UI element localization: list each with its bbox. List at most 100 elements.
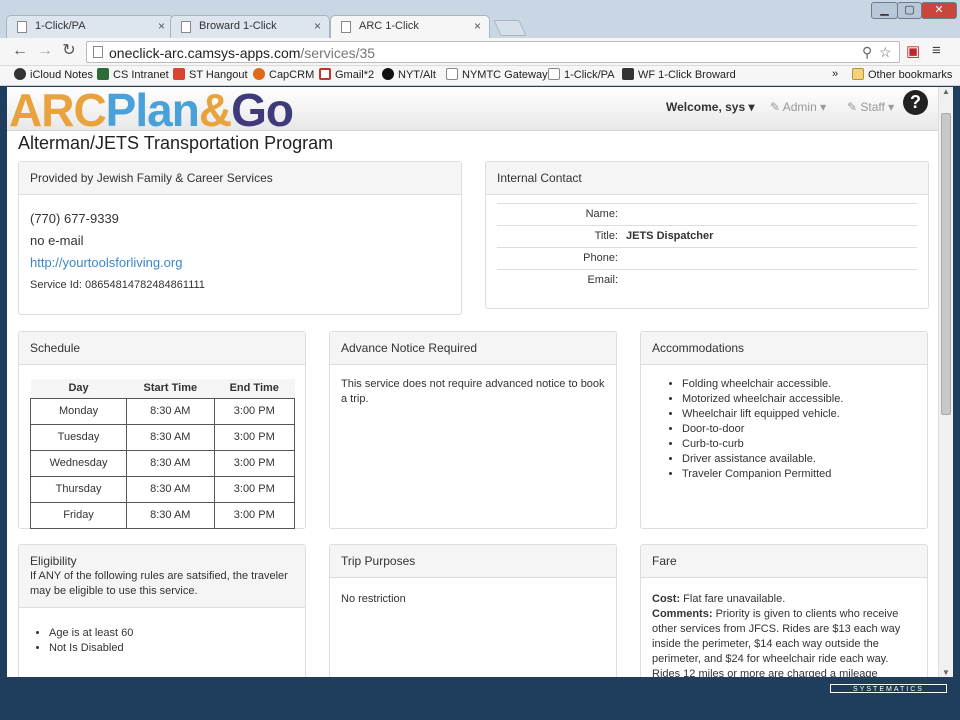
scroll-down-icon[interactable]: ▼ bbox=[942, 668, 950, 677]
logo-amp: & bbox=[198, 87, 232, 136]
accommodations-list: Folding wheelchair accessible. Motorized… bbox=[652, 377, 916, 482]
start-cell: 8:30 AM bbox=[126, 502, 215, 529]
menu-icon[interactable]: ≡ bbox=[932, 42, 941, 59]
close-icon[interactable]: × bbox=[474, 19, 481, 33]
reload-button[interactable]: ↻ bbox=[60, 42, 78, 60]
page-icon bbox=[446, 68, 458, 80]
eligibility-list: Age is at least 60 Not Is Disabled bbox=[30, 626, 294, 656]
minimize-button[interactable]: ▁ bbox=[871, 2, 898, 19]
contact-row-phone: Phone: bbox=[497, 247, 917, 270]
day-cell: Monday bbox=[29, 398, 128, 425]
bookmark-wf-1-click-broward[interactable]: WF 1-Click Broward bbox=[622, 68, 736, 81]
contact-value bbox=[622, 247, 917, 270]
schedule-table: Day Start Time End Time Monday 8:30 AM 3:0… bbox=[29, 379, 296, 529]
list-item: Curb-to-curb bbox=[682, 437, 916, 452]
tab-title: Broward 1-Click bbox=[199, 20, 277, 32]
scroll-up-icon[interactable]: ▲ bbox=[942, 87, 950, 96]
eligibility-panel: Eligibility If ANY of the following rule… bbox=[18, 544, 306, 677]
column-header: End Time bbox=[214, 379, 295, 399]
bookmark-other-bookmarks[interactable]: Other bookmarks bbox=[852, 68, 952, 81]
page-scrollbar[interactable]: ▲ ▼ bbox=[938, 87, 953, 677]
advance-notice-text: This service does not require advanced n… bbox=[341, 378, 605, 405]
arc-plan-go-logo[interactable]: ARCPlan&Go bbox=[9, 87, 294, 136]
end-cell: 3:00 PM bbox=[213, 476, 296, 503]
back-button[interactable]: ← bbox=[11, 42, 29, 60]
list-item: Door-to-door bbox=[682, 422, 916, 437]
close-window-button[interactable]: ✕ bbox=[921, 2, 957, 19]
bookmark-st-hangout[interactable]: ST Hangout bbox=[173, 68, 248, 81]
bookmark-label: ST Hangout bbox=[189, 69, 248, 81]
close-icon[interactable]: × bbox=[314, 19, 321, 33]
table-row: Thursday 8:30 AM 3:00 PM bbox=[29, 476, 296, 503]
browser-toolbar: ← → ↻ oneclick-arc.camsys-apps.com/servi… bbox=[0, 38, 960, 66]
bookmark-label: CS Intranet bbox=[113, 69, 169, 81]
extension-icon[interactable]: ▣ bbox=[906, 42, 920, 60]
forward-button[interactable]: → bbox=[36, 42, 54, 60]
tab-title: ARC 1-Click bbox=[359, 20, 419, 32]
contact-label: Email: bbox=[497, 269, 622, 292]
bookmark-gmail[interactable]: Gmail*2 bbox=[319, 68, 374, 81]
star-icon[interactable]: ☆ bbox=[879, 44, 892, 61]
welcome-user-menu[interactable]: Welcome, sys ▾ bbox=[666, 100, 755, 114]
provider-website-link[interactable]: http://yourtoolsforliving.org bbox=[30, 255, 450, 270]
panel-heading: Eligibility bbox=[30, 554, 77, 568]
scrollbar-thumb[interactable] bbox=[941, 113, 951, 415]
nyt-icon bbox=[382, 68, 394, 80]
bookmark-label: NYMTC Gateway bbox=[462, 69, 548, 81]
contact-label: Title: bbox=[497, 225, 622, 248]
contact-label: Phone: bbox=[497, 247, 622, 270]
column-header: Start Time bbox=[126, 379, 215, 399]
url-host: oneclick-arc.camsys-apps.com bbox=[109, 45, 301, 61]
list-item: Wheelchair lift equipped vehicle. bbox=[682, 407, 916, 422]
page-icon bbox=[93, 46, 103, 58]
page-viewport: ARCPlan&Go Welcome, sys ▾ ✎ Admin ▾ ✎ St… bbox=[7, 87, 938, 677]
contact-row-email: Email: bbox=[497, 269, 917, 292]
day-cell: Tuesday bbox=[29, 424, 128, 451]
schedule-panel: Schedule Day Start Time End Time Monday 8… bbox=[18, 331, 306, 529]
start-cell: 8:30 AM bbox=[126, 476, 215, 503]
table-row: Tuesday 8:30 AM 3:00 PM bbox=[29, 424, 296, 451]
list-item: Not Is Disabled bbox=[49, 641, 294, 656]
panel-heading: Schedule bbox=[19, 332, 305, 365]
tab-arc-1-click[interactable]: ARC 1-Click × bbox=[330, 15, 490, 39]
list-item: Driver assistance available. bbox=[682, 452, 916, 467]
accommodations-panel: Accommodations Folding wheelchair access… bbox=[640, 331, 928, 529]
end-cell: 3:00 PM bbox=[213, 502, 296, 529]
new-tab-button[interactable] bbox=[493, 20, 527, 36]
intranet-icon bbox=[97, 68, 109, 80]
bookmark-capcrm[interactable]: CapCRM bbox=[253, 68, 314, 81]
close-icon[interactable]: × bbox=[158, 19, 165, 33]
panel-heading: Advance Notice Required bbox=[330, 332, 616, 365]
staff-menu[interactable]: ✎ Staff ▾ bbox=[847, 100, 894, 114]
bookmarks-overflow-button[interactable]: » bbox=[832, 68, 838, 80]
trip-purposes-text: No restriction bbox=[341, 593, 406, 605]
fare-cost-value: Flat fare unavailable. bbox=[683, 593, 786, 605]
maximize-button[interactable]: ▢ bbox=[897, 2, 922, 19]
address-bar[interactable]: oneclick-arc.camsys-apps.com/services/35… bbox=[86, 41, 900, 63]
trip-purposes-panel: Trip Purposes No restriction bbox=[329, 544, 617, 677]
contact-value bbox=[622, 203, 917, 226]
contact-table: Name: Title: JETS Dispatcher Phone: Email… bbox=[497, 203, 917, 292]
start-cell: 8:30 AM bbox=[126, 398, 215, 425]
end-cell: 3:00 PM bbox=[213, 450, 296, 477]
page-icon bbox=[17, 21, 27, 33]
tab-1-click-pa[interactable]: 1-Click/PA × bbox=[6, 15, 174, 38]
bookmark-label: Other bookmarks bbox=[868, 69, 953, 81]
help-button[interactable]: ? bbox=[903, 90, 928, 115]
panel-heading: Trip Purposes bbox=[330, 545, 616, 578]
admin-menu[interactable]: ✎ Admin ▾ bbox=[770, 100, 826, 114]
bookmark-1-click-pa[interactable]: 1-Click/PA bbox=[548, 68, 615, 81]
column-header: Day bbox=[30, 379, 127, 399]
search-icon[interactable]: ⚲ bbox=[862, 44, 872, 61]
systematics-logo: SYSTEMATICS bbox=[830, 684, 947, 693]
bookmarks-bar: iCloud Notes CS Intranet ST Hangout CapC… bbox=[0, 66, 960, 86]
tab-broward-1-click[interactable]: Broward 1-Click × bbox=[170, 15, 330, 38]
bookmark-label: WF 1-Click Broward bbox=[638, 69, 736, 81]
fare-panel: Fare Cost: Flat fare unavailable. Commen… bbox=[640, 544, 928, 677]
contact-value: JETS Dispatcher bbox=[622, 225, 917, 248]
bookmark-nyt-alt[interactable]: NYT/Alt bbox=[382, 68, 436, 81]
bookmark-icloud-notes[interactable]: iCloud Notes bbox=[14, 68, 93, 81]
bookmark-cs-intranet[interactable]: CS Intranet bbox=[97, 68, 169, 81]
provider-panel: Provided by Jewish Family & Career Servi… bbox=[18, 161, 462, 315]
bookmark-nymtc-gateway[interactable]: NYMTC Gateway bbox=[446, 68, 548, 81]
